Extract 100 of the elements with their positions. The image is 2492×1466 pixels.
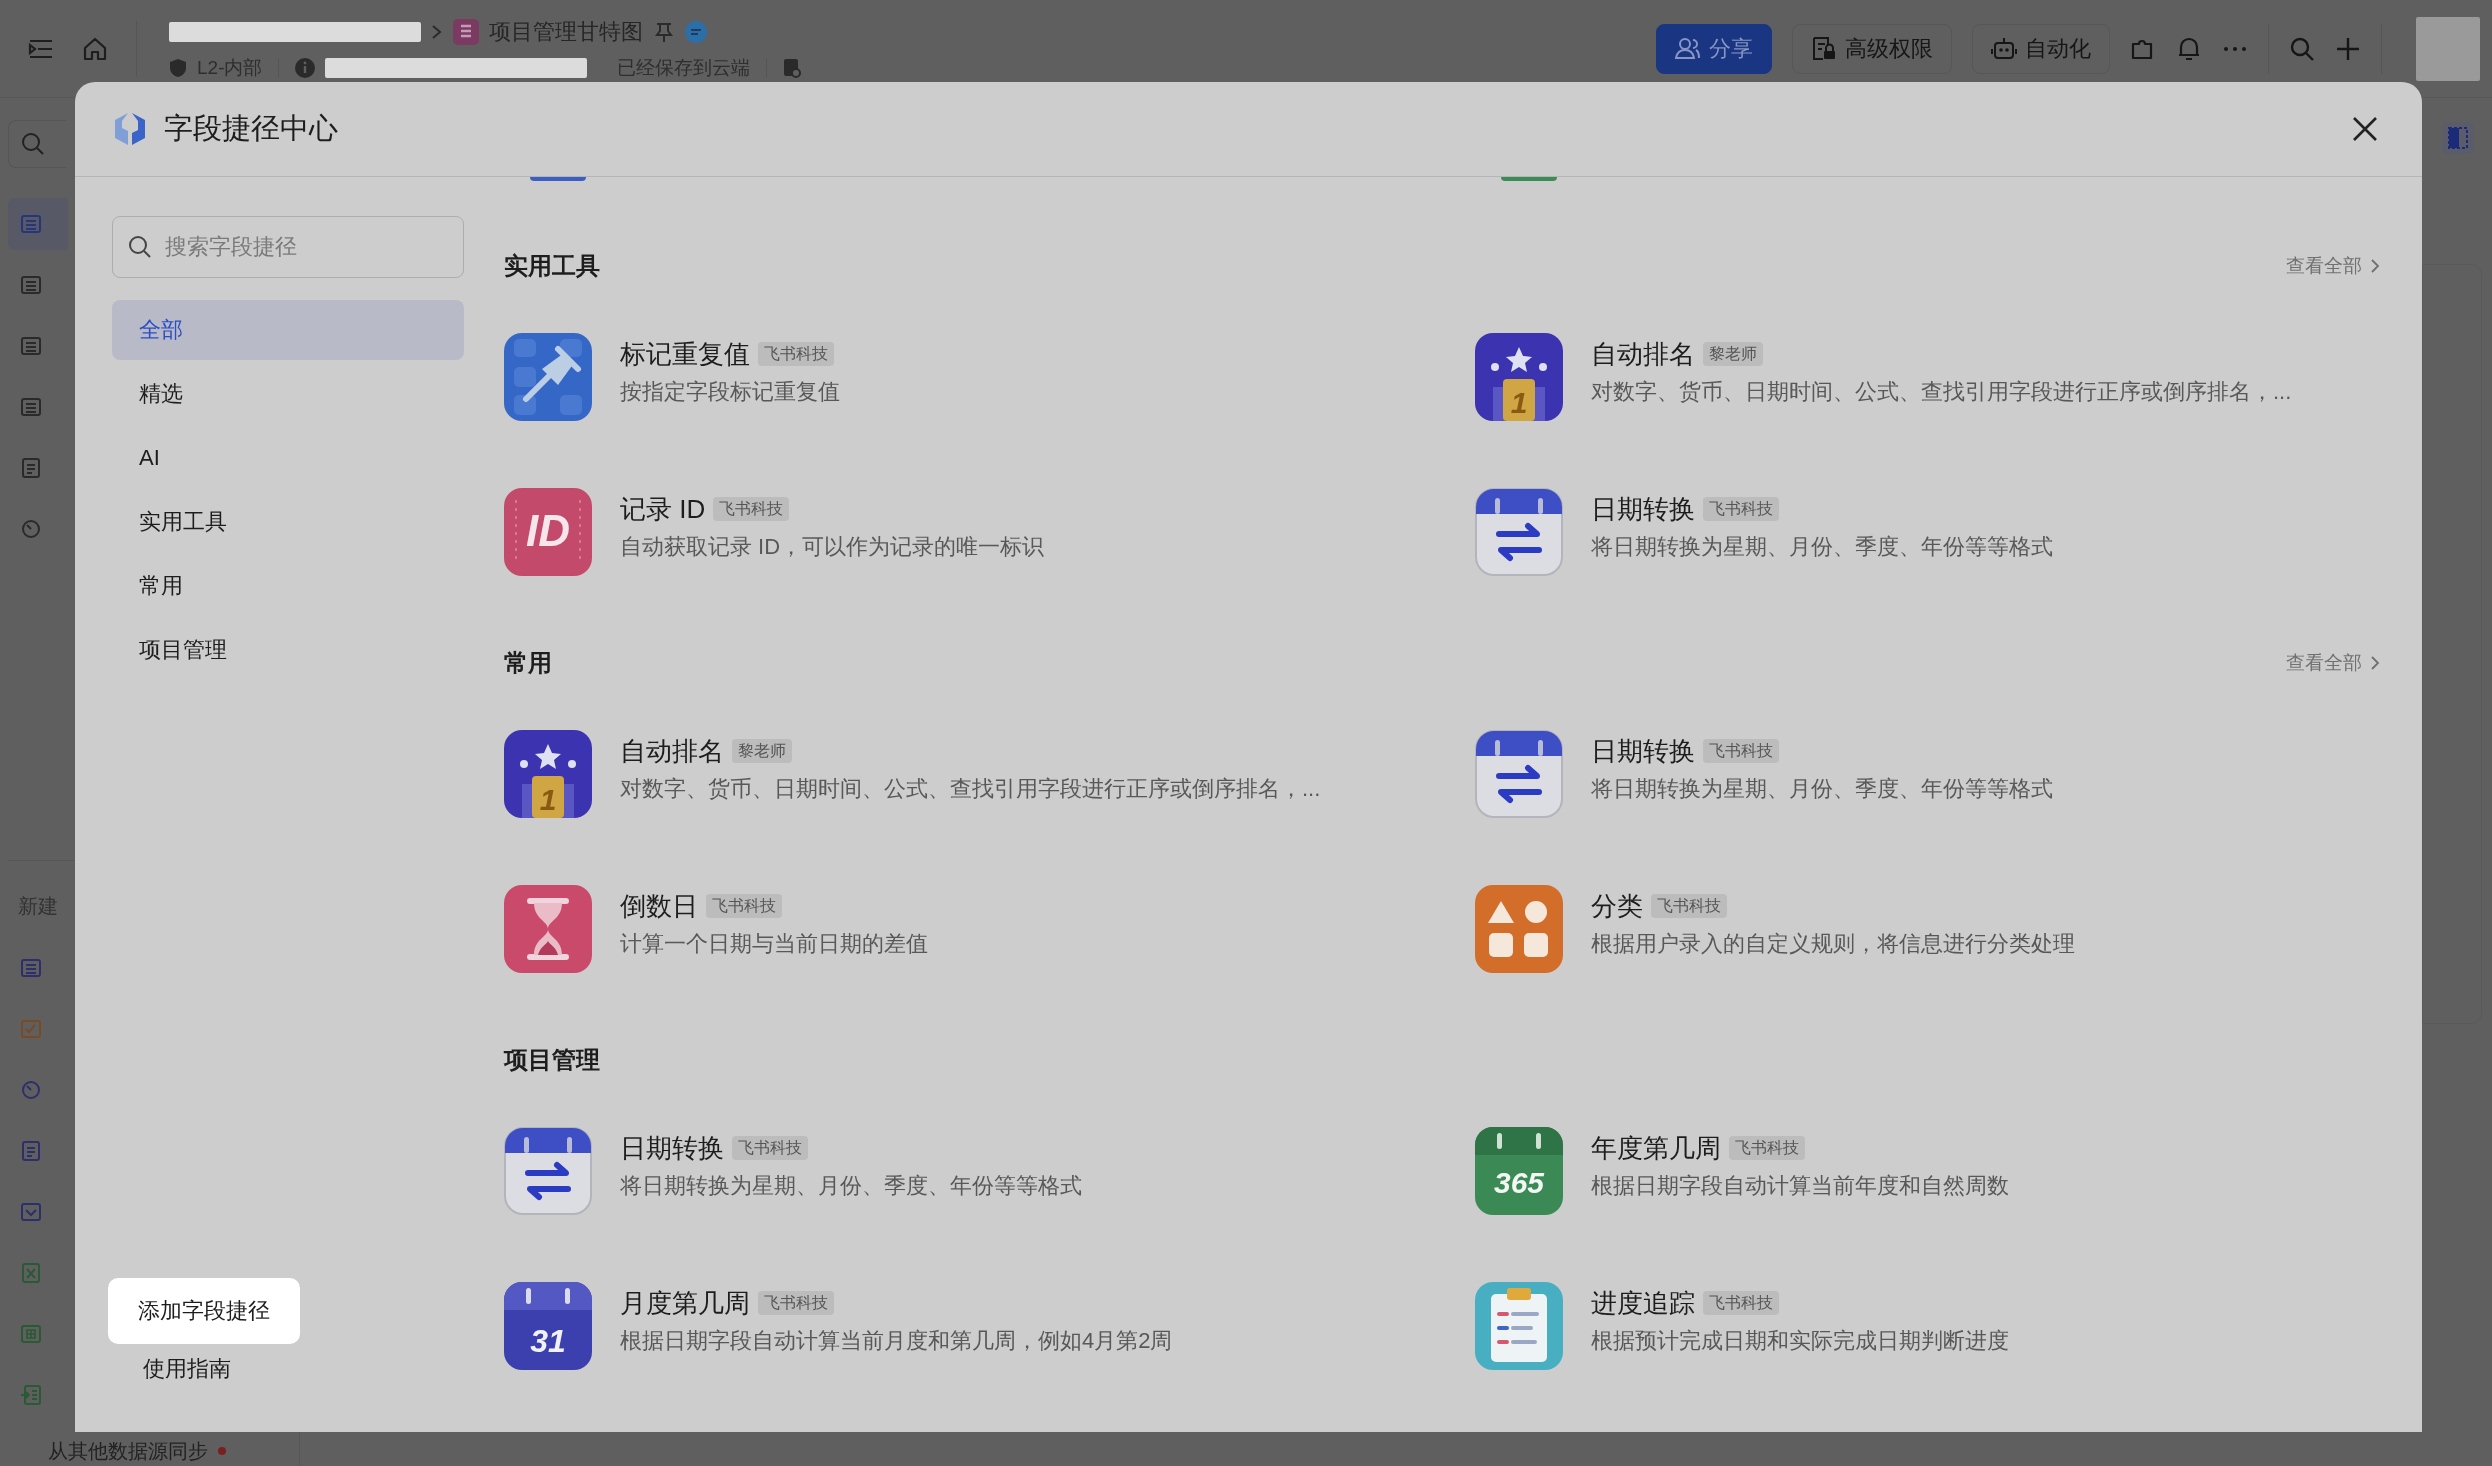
author-tag: 飞书科技 <box>1729 1136 1805 1160</box>
shortcut-item[interactable]: ID 记录 ID 飞书科技 自动获取记录 ID，可以作为记录的唯一标识 <box>504 488 1475 576</box>
chat-icon[interactable] <box>685 20 707 43</box>
calendar-icon: 31 <box>504 1282 592 1370</box>
panel-toggle[interactable] <box>2442 122 2474 154</box>
author-tag: 飞书科技 <box>732 1136 808 1160</box>
section-title: 常用 <box>504 648 552 678</box>
section-title: 项目管理 <box>504 1045 600 1075</box>
shortcut-description: 按指定字段标记重复值 <box>620 378 840 406</box>
check-icon[interactable] <box>20 1201 42 1223</box>
table-icon[interactable] <box>20 274 42 296</box>
category-item[interactable]: 精选 <box>112 364 464 424</box>
close-icon <box>2352 116 2378 142</box>
id-icon: ID <box>504 488 592 576</box>
sync-icon[interactable] <box>20 1384 42 1406</box>
chevron-icon <box>431 23 443 40</box>
shortcut-name: 记录 ID <box>620 493 706 526</box>
ranking-icon: 1 <box>504 730 592 818</box>
chevron-icon <box>2370 258 2380 274</box>
category-item[interactable]: AI <box>112 428 464 488</box>
history-icon[interactable] <box>783 57 802 78</box>
shortcut-name: 进度追踪 <box>1591 1287 1695 1320</box>
people-icon <box>1675 35 1701 62</box>
doc-icon[interactable] <box>20 1140 42 1162</box>
category-item[interactable]: 实用工具 <box>112 492 464 552</box>
table-icon[interactable] <box>20 957 42 979</box>
dashboard-icon[interactable] <box>20 1079 42 1101</box>
shortcut-name: 日期转换 <box>620 1132 724 1165</box>
shortcut-item[interactable]: 倒数日 飞书科技 计算一个日期与当前日期的差值 <box>504 885 1475 973</box>
clipboard-icon <box>1475 1282 1563 1370</box>
excel-icon[interactable] <box>20 1262 42 1284</box>
shortcut-description: 根据用户录入的自定义规则，将信息进行分类处理 <box>1591 930 2075 958</box>
calendar-icon <box>504 1127 592 1215</box>
shortcut-item[interactable]: 日期转换 飞书科技 将日期转换为星期、月份、季度、年份等等格式 <box>1475 730 2380 818</box>
shortcut-logo-icon <box>112 111 148 147</box>
shortcut-item[interactable]: 1 自动排名 黎老师 对数字、货币、日期时间、公式、查找引用字段进行正序或倒序排名，... <box>504 730 1475 818</box>
shortcut-name: 月度第几周 <box>620 1287 750 1320</box>
shortcut-description: 计算一个日期与当前日期的差值 <box>620 930 928 958</box>
shortcut-name: 日期转换 <box>1591 493 1695 526</box>
share-button[interactable]: 分享 <box>1656 23 1772 74</box>
dashboard-icon[interactable] <box>20 518 42 540</box>
author-tag: 飞书科技 <box>706 894 782 918</box>
shortcut-description: 将日期转换为星期、月份、季度、年份等等格式 <box>620 1172 1082 1200</box>
search-field[interactable] <box>8 120 66 168</box>
author-tag: 飞书科技 <box>713 497 790 521</box>
category-item[interactable]: 常用 <box>112 556 464 616</box>
shortcut-item[interactable]: 日期转换 飞书科技 将日期转换为星期、月份、季度、年份等等格式 <box>504 1127 1475 1215</box>
info-icon <box>295 57 316 78</box>
shapes-icon <box>1475 885 1563 973</box>
hourglass-icon <box>504 885 592 973</box>
calendar-icon <box>1475 488 1563 576</box>
pin-icon[interactable] <box>653 20 675 43</box>
section-title: 实用工具 <box>504 251 600 281</box>
shortcut-item[interactable]: 标记重复值 飞书科技 按指定字段标记重复值 <box>504 333 1475 421</box>
grid-icon[interactable] <box>20 1323 42 1345</box>
shortcut-item[interactable]: 分类 飞书科技 根据用户录入的自定义规则，将信息进行分类处理 <box>1475 885 2380 973</box>
panel-icon <box>2448 127 2468 149</box>
shortcut-item[interactable]: 1 自动排名 黎老师 对数字、货币、日期时间、公式、查找引用字段进行正序或倒序排名，... <box>1475 333 2380 421</box>
shortcut-description: 将日期转换为星期、月份、季度、年份等等格式 <box>1591 775 2053 803</box>
ranking-icon: 1 <box>1475 333 1563 421</box>
table-icon[interactable] <box>20 396 42 418</box>
doc-icon[interactable] <box>20 457 42 479</box>
author-tag: 飞书科技 <box>1703 1291 1779 1315</box>
add-shortcut-button[interactable]: 添加字段捷径 <box>108 1278 300 1344</box>
shortcut-item[interactable]: 31 月度第几周 飞书科技 根据日期字段自动计算当前月度和第几周，例如4月第2周 <box>504 1282 1475 1370</box>
chevron-icon <box>2370 655 2380 671</box>
notification-icon[interactable] <box>2176 35 2202 62</box>
calendar-icon <box>1475 730 1563 818</box>
shortcut-name: 倒数日 <box>620 890 698 923</box>
close-button[interactable] <box>2352 116 2378 142</box>
category-item[interactable]: 全部 <box>112 300 464 360</box>
author-tag: 飞书科技 <box>1703 497 1779 521</box>
shortcut-name: 分类 <box>1591 890 1643 923</box>
sidebar-toggle-icon[interactable] <box>28 37 54 60</box>
add-icon[interactable] <box>2335 35 2361 62</box>
shortcut-item[interactable]: 365 年度第几周 飞书科技 根据日期字段自动计算当前年度和自然周数 <box>1475 1127 2380 1215</box>
shortcut-name: 自动排名 <box>620 735 724 768</box>
author-tag: 飞书科技 <box>758 1291 834 1315</box>
shortcut-description: 根据日期字段自动计算当前年度和自然周数 <box>1591 1172 2009 1200</box>
shortcut-item[interactable]: 日期转换 飞书科技 将日期转换为星期、月份、季度、年份等等格式 <box>1475 488 2380 576</box>
home-icon[interactable] <box>82 35 108 62</box>
sidebar-item[interactable] <box>8 198 68 250</box>
search-field[interactable]: 搜索字段捷径 <box>112 216 464 278</box>
category-item[interactable]: 项目管理 <box>112 620 464 680</box>
shortcut-name: 自动排名 <box>1591 338 1695 371</box>
search-icon <box>128 235 152 259</box>
author-tag: 飞书科技 <box>758 342 834 366</box>
table-icon[interactable] <box>20 335 42 357</box>
calendar-icon: 365 <box>1475 1127 1563 1215</box>
shortcut-description: 根据预计完成日期和实际完成日期判断进度 <box>1591 1327 2009 1355</box>
robot-icon <box>1991 35 2017 62</box>
status-dot <box>218 1447 226 1455</box>
guide-link[interactable]: 使用指南 <box>112 1344 231 1384</box>
shortcut-name: 日期转换 <box>1591 735 1695 768</box>
pushpin-icon <box>504 333 592 421</box>
shortcut-item[interactable]: 进度追踪 飞书科技 根据预计完成日期和实际完成日期判断进度 <box>1475 1282 2380 1370</box>
search-icon[interactable] <box>2289 35 2315 62</box>
lock-document-icon <box>1811 35 1837 62</box>
table-icon[interactable] <box>20 213 42 235</box>
author-tag: 黎老师 <box>1703 342 1763 366</box>
